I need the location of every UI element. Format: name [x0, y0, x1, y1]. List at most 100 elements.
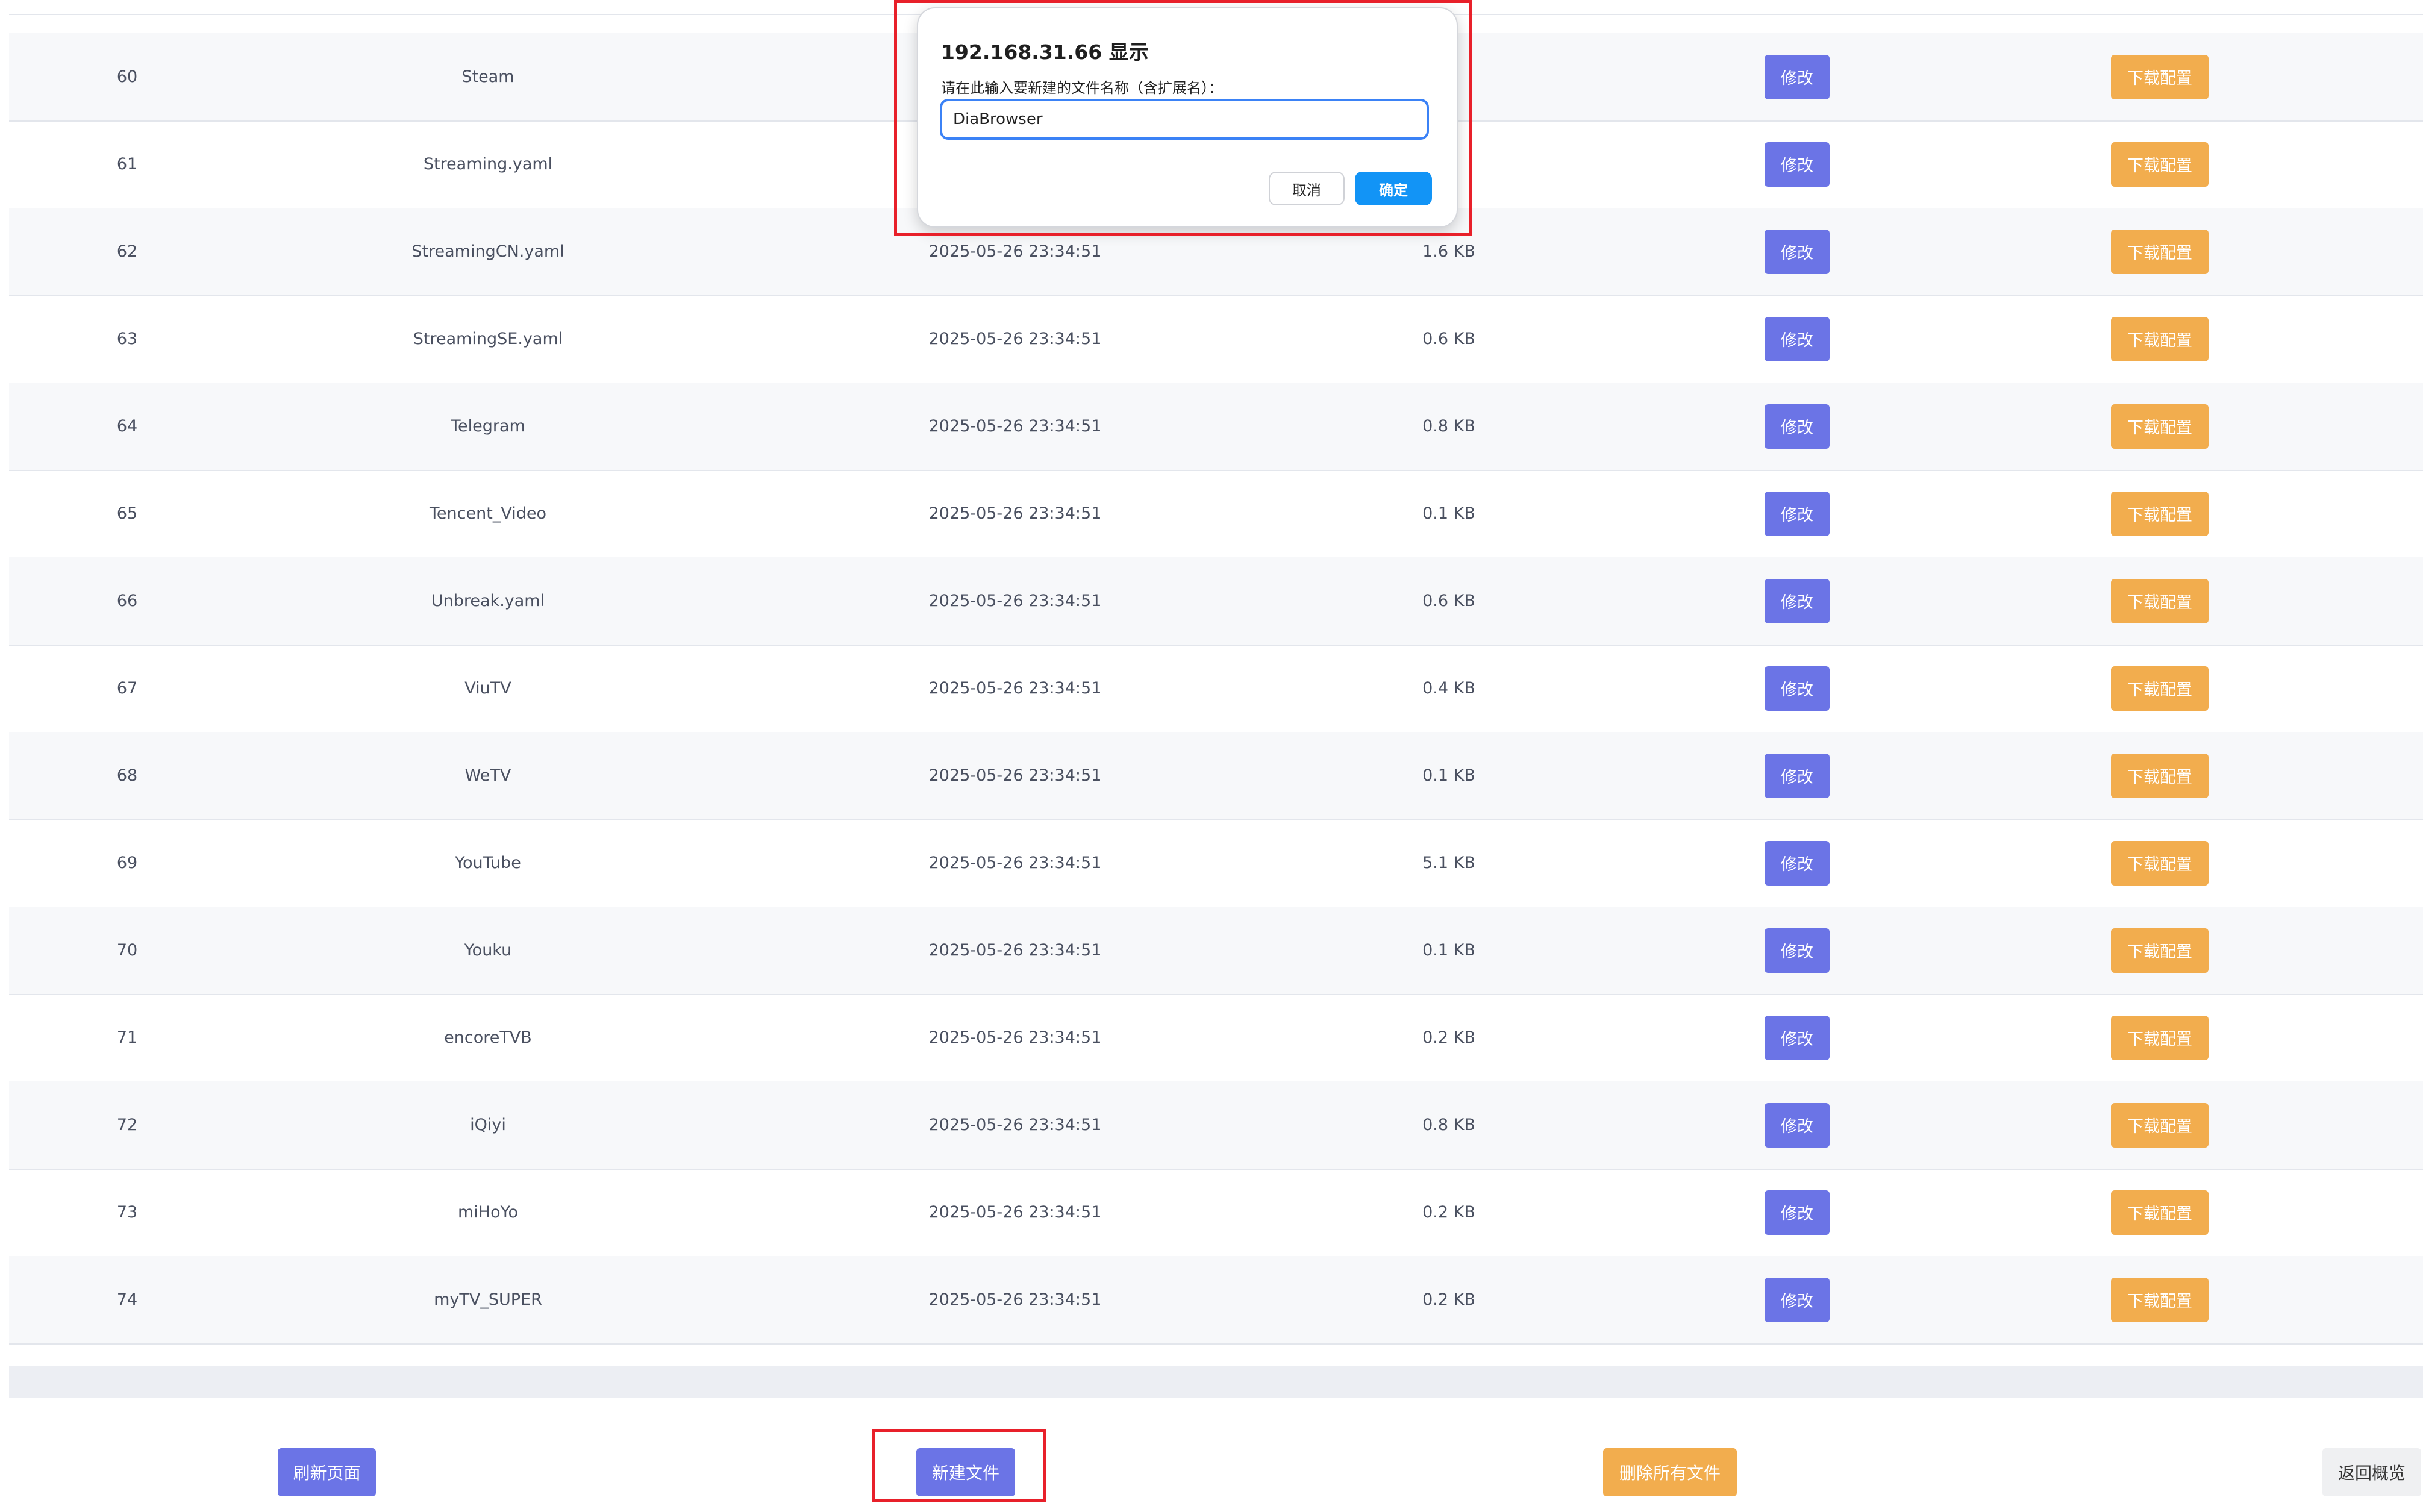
file-name: YouTube [455, 854, 521, 872]
download-config-button[interactable]: 下载配置 [2111, 1190, 2209, 1235]
modified-date: 2025-05-26 23:34:51 [928, 1028, 1102, 1047]
file-size: 0.4 KB [1422, 679, 1475, 698]
download-config-button[interactable]: 下载配置 [2111, 1015, 2209, 1060]
modified-date: 2025-05-26 23:34:51 [928, 941, 1102, 960]
row-index: 72 [116, 1116, 138, 1134]
edit-button[interactable]: 修改 [1765, 1015, 1830, 1060]
download-config-button[interactable]: 下载配置 [2111, 404, 2209, 449]
download-config-button[interactable]: 下载配置 [2111, 753, 2209, 798]
table-row: 69 YouTube 2025-05-26 23:34:51 5.1 KB 修改 下载配置 [9, 819, 2423, 908]
download-config-button[interactable]: 下载配置 [2111, 928, 2209, 973]
modified-date: 2025-05-26 23:34:51 [928, 330, 1102, 348]
row-index: 64 [116, 417, 138, 436]
edit-button[interactable]: 修改 [1765, 229, 1830, 274]
download-config-button[interactable]: 下载配置 [2111, 491, 2209, 536]
dialog-highlight-box [894, 0, 1472, 236]
back-to-overview-button[interactable]: 返回概览 [2322, 1448, 2421, 1496]
edit-button[interactable]: 修改 [1765, 666, 1830, 711]
row-index: 61 [116, 155, 138, 173]
file-name: Streaming.yaml [423, 155, 553, 173]
file-size: 0.6 KB [1422, 330, 1475, 348]
modified-date: 2025-05-26 23:34:51 [928, 766, 1102, 785]
download-config-button[interactable]: 下载配置 [2111, 666, 2209, 711]
file-name: StreamingCN.yaml [411, 242, 564, 261]
table-row: 72 iQiyi 2025-05-26 23:34:51 0.8 KB 修改 下载配置 [9, 1081, 2423, 1170]
edit-button[interactable]: 修改 [1765, 1102, 1830, 1148]
edit-button[interactable]: 修改 [1765, 928, 1830, 973]
table-row: 73 miHoYo 2025-05-26 23:34:51 0.2 KB 修改 下载配置 [9, 1169, 2423, 1257]
file-size: 0.2 KB [1422, 1028, 1475, 1047]
row-index: 66 [116, 592, 138, 610]
file-name: Unbreak.yaml [431, 592, 545, 610]
file-name: iQiyi [470, 1116, 506, 1134]
file-size: 0.8 KB [1422, 1116, 1475, 1134]
edit-button[interactable]: 修改 [1765, 840, 1830, 886]
file-name: myTV_SUPER [434, 1290, 542, 1309]
file-size: 5.1 KB [1422, 854, 1475, 872]
left-margin [0, 0, 9, 1512]
row-index: 69 [116, 854, 138, 872]
table-row: 66 Unbreak.yaml 2025-05-26 23:34:51 0.6 KB 修… [9, 557, 2423, 646]
table-row: 74 myTV_SUPER 2025-05-26 23:34:51 0.2 KB 修改 下… [9, 1256, 2423, 1345]
table-row: 64 Telegram 2025-05-26 23:34:51 0.8 KB 修改 下载配… [9, 383, 2423, 471]
file-size: 0.6 KB [1422, 592, 1475, 610]
section-separator [9, 1366, 2423, 1398]
row-index: 65 [116, 504, 138, 523]
edit-button[interactable]: 修改 [1765, 404, 1830, 449]
table-row: 68 WeTV 2025-05-26 23:34:51 0.1 KB 修改 下载配置 [9, 732, 2423, 820]
new-file-highlight-box [872, 1429, 1046, 1502]
file-size: 0.1 KB [1422, 766, 1475, 785]
table-row: 71 encoreTVB 2025-05-26 23:34:51 0.2 KB 修改 下载… [9, 994, 2423, 1082]
download-config-button[interactable]: 下载配置 [2111, 1277, 2209, 1322]
row-index: 67 [116, 679, 138, 698]
row-index: 60 [116, 67, 138, 86]
download-config-button[interactable]: 下载配置 [2111, 578, 2209, 623]
table-row: 70 Youku 2025-05-26 23:34:51 0.1 KB 修改 下载配置 [9, 907, 2423, 995]
download-config-button[interactable]: 下载配置 [2111, 840, 2209, 886]
file-name: Tencent_Video [430, 504, 546, 523]
file-size: 0.2 KB [1422, 1290, 1475, 1309]
download-config-button[interactable]: 下载配置 [2111, 316, 2209, 361]
modified-date: 2025-05-26 23:34:51 [928, 854, 1102, 872]
modified-date: 2025-05-26 23:34:51 [928, 679, 1102, 698]
edit-button[interactable]: 修改 [1765, 1277, 1830, 1322]
refresh-page-button[interactable]: 刷新页面 [278, 1448, 376, 1496]
file-size: 0.2 KB [1422, 1203, 1475, 1222]
download-config-button[interactable]: 下载配置 [2111, 142, 2209, 187]
file-name: ViuTV [464, 679, 511, 698]
file-name: WeTV [464, 766, 511, 785]
row-index: 74 [116, 1290, 138, 1309]
edit-button[interactable]: 修改 [1765, 1190, 1830, 1235]
modified-date: 2025-05-26 23:34:51 [928, 1116, 1102, 1134]
download-config-button[interactable]: 下载配置 [2111, 1102, 2209, 1148]
edit-button[interactable]: 修改 [1765, 578, 1830, 623]
file-name: Steam [461, 67, 514, 86]
file-name: miHoYo [457, 1203, 519, 1222]
file-size: 0.1 KB [1422, 941, 1475, 960]
table-row: 67 ViuTV 2025-05-26 23:34:51 0.4 KB 修改 下载配置 [9, 645, 2423, 733]
modified-date: 2025-05-26 23:34:51 [928, 504, 1102, 523]
file-size: 0.8 KB [1422, 417, 1475, 436]
download-config-button[interactable]: 下载配置 [2111, 229, 2209, 274]
row-index: 71 [116, 1028, 138, 1047]
modified-date: 2025-05-26 23:34:51 [928, 417, 1102, 436]
row-index: 73 [116, 1203, 138, 1222]
row-index: 68 [116, 766, 138, 785]
edit-button[interactable]: 修改 [1765, 316, 1830, 361]
table-row: 63 StreamingSE.yaml 2025-05-26 23:34:51 0.6… [9, 295, 2423, 384]
edit-button[interactable]: 修改 [1765, 142, 1830, 187]
row-index: 70 [116, 941, 138, 960]
edit-button[interactable]: 修改 [1765, 753, 1830, 798]
edit-button[interactable]: 修改 [1765, 54, 1830, 99]
row-index: 62 [116, 242, 138, 261]
download-config-button[interactable]: 下载配置 [2111, 54, 2209, 99]
delete-all-files-button[interactable]: 删除所有文件 [1603, 1448, 1737, 1496]
table-row: 65 Tencent_Video 2025-05-26 23:34:51 0.1 KB… [9, 470, 2423, 558]
edit-button[interactable]: 修改 [1765, 491, 1830, 536]
file-name: StreamingSE.yaml [413, 330, 563, 348]
file-name: Telegram [451, 417, 525, 436]
row-index: 63 [116, 330, 138, 348]
file-name: Youku [464, 941, 512, 960]
file-size: 0.1 KB [1422, 504, 1475, 523]
modified-date: 2025-05-26 23:34:51 [928, 592, 1102, 610]
